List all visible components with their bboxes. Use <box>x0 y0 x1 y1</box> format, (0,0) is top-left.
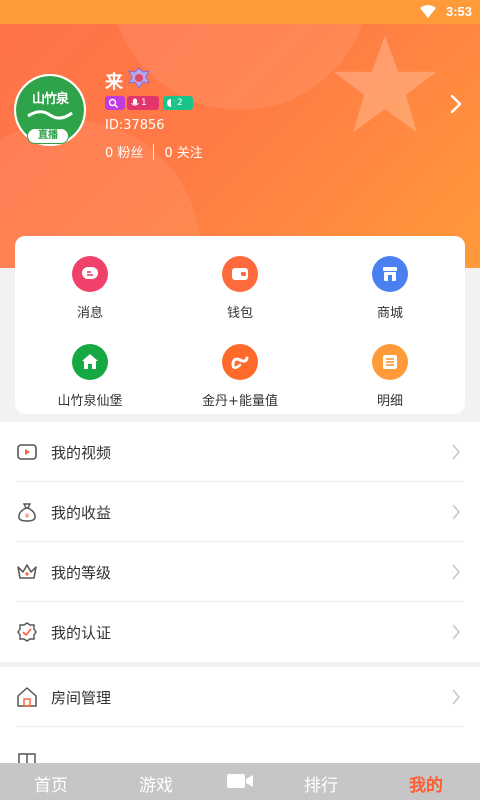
video-icon <box>17 444 37 460</box>
menu-section-1: 我的视频 ¥ 我的收益 我的等级 我的认证 <box>0 422 480 662</box>
message-icon <box>72 256 108 292</box>
grid-item-energy[interactable]: 金丹+能量值 <box>165 328 315 409</box>
grid-item-details[interactable]: 明细 <box>315 328 465 409</box>
camera-icon[interactable] <box>226 771 254 791</box>
badge-mic-text: 1 <box>141 98 147 108</box>
tab-rank[interactable]: 排行 <box>304 771 338 796</box>
mic-icon <box>131 98 139 106</box>
home-icon <box>72 344 108 380</box>
menu-item-my-earnings[interactable]: ¥ 我的收益 <box>0 482 480 542</box>
tab-mine[interactable]: 我的 <box>409 771 443 796</box>
divider <box>153 144 155 160</box>
grid-label: 商城 <box>376 306 403 321</box>
search-icon <box>108 98 118 108</box>
badge-mic: 1 <box>127 96 159 110</box>
shop-icon <box>372 256 408 292</box>
chevron-right-icon[interactable] <box>448 92 464 116</box>
status-time: 3:53 <box>445 4 472 19</box>
menu-section-2: 房间管理 <box>0 667 480 763</box>
energy-icon <box>222 344 258 380</box>
fans-count[interactable]: 0 粉丝 <box>105 146 143 161</box>
grid-label: 山竹泉仙堡 <box>57 394 123 409</box>
list-icon <box>372 344 408 380</box>
house-icon <box>17 687 37 707</box>
wallet-icon <box>222 256 258 292</box>
grid-label: 消息 <box>76 306 103 321</box>
following-count[interactable]: 0 关注 <box>164 146 202 161</box>
badge-moon: 2 <box>163 96 193 110</box>
grid-label: 金丹+能量值 <box>202 394 278 409</box>
money-bag-icon: ¥ <box>18 503 36 522</box>
feature-grid: 消息 钱包 商城 山竹泉仙堡 金丹+能量值 明细 <box>15 236 465 414</box>
bottom-tab-bar: 首页 游戏 排行 我的 <box>0 763 480 800</box>
badge-search <box>105 96 125 110</box>
menu-label: 我的认证 <box>51 624 112 642</box>
grid-label: 钱包 <box>226 306 253 321</box>
menu-item-my-level[interactable]: 我的等级 <box>0 542 480 602</box>
menu-label: 我的等级 <box>51 564 112 582</box>
wave-icon <box>27 110 73 120</box>
menu-label: 我的收益 <box>51 504 112 522</box>
gift-icon <box>18 753 36 763</box>
avatar-logo-text: 山竹泉 <box>31 92 69 107</box>
crown-icon <box>17 564 37 579</box>
grid-item-home[interactable]: 山竹泉仙堡 <box>15 328 165 409</box>
moon-icon <box>167 99 175 107</box>
wifi-icon <box>420 5 436 18</box>
chevron-right-icon <box>452 624 461 640</box>
grid-item-wallet[interactable]: 钱包 <box>165 240 315 321</box>
menu-item-partial[interactable] <box>0 727 480 763</box>
menu-label: 我的视频 <box>51 444 112 462</box>
verified-icon <box>17 622 37 642</box>
star-decoration-icon <box>333 35 437 133</box>
menu-item-my-verification[interactable]: 我的认证 <box>0 602 480 662</box>
status-bar: 3:53 <box>0 0 480 24</box>
user-id: ID:37856 <box>105 118 165 133</box>
grid-item-message[interactable]: 消息 <box>15 240 165 321</box>
chevron-right-icon <box>452 504 461 520</box>
grid-label: 明细 <box>376 394 403 409</box>
profile-header: 3:53 山竹泉 直播 来 1 2 ID:37856 0 粉丝 0 关注 <box>0 0 480 268</box>
grid-item-shop[interactable]: 商城 <box>315 240 465 321</box>
chevron-right-icon <box>452 564 461 580</box>
menu-item-room-management[interactable]: 房间管理 <box>0 667 480 727</box>
rank-emblem-icon <box>128 67 150 89</box>
chevron-right-icon <box>452 444 461 460</box>
menu-item-my-videos[interactable]: 我的视频 <box>0 422 480 482</box>
tab-home[interactable]: 首页 <box>34 771 68 796</box>
follow-stats: 0 粉丝 0 关注 <box>105 142 203 161</box>
tab-game[interactable]: 游戏 <box>139 771 173 796</box>
svg-text:¥: ¥ <box>25 512 30 520</box>
chevron-right-icon <box>452 689 461 705</box>
menu-label: 房间管理 <box>51 689 112 707</box>
live-badge: 直播 <box>27 128 69 144</box>
username: 来 <box>105 72 123 93</box>
badge-moon-text: 2 <box>177 98 183 108</box>
